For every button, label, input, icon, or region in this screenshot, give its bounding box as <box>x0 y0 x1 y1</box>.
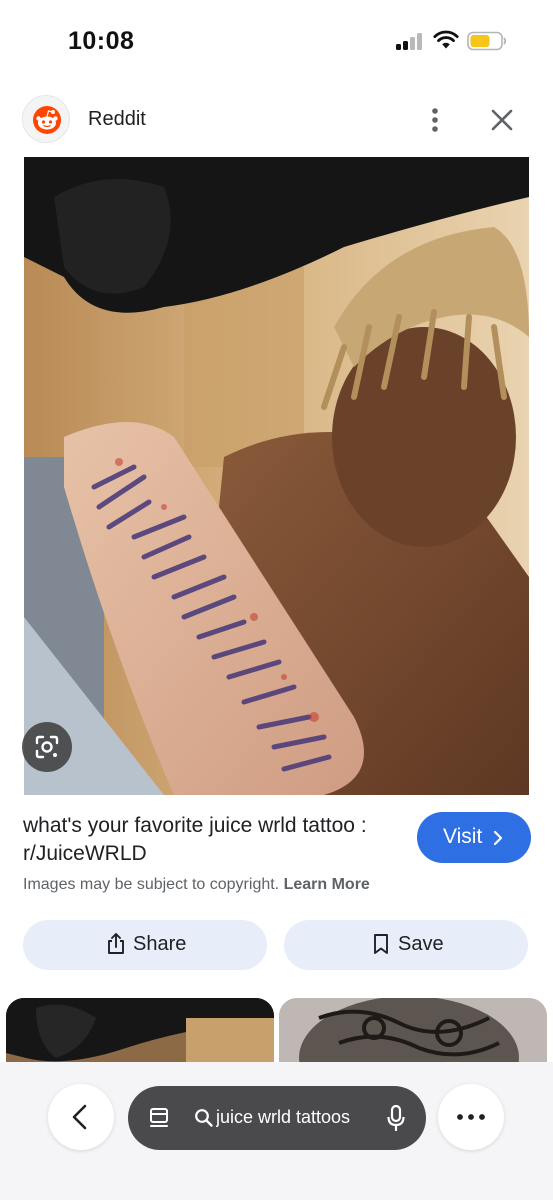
thumbnail-photo <box>279 998 547 1068</box>
cellular-signal-icon <box>396 33 424 50</box>
back-button[interactable] <box>48 1084 114 1150</box>
chevron-left-icon <box>72 1104 87 1130</box>
thumbnail-photo <box>6 998 274 1068</box>
search-query[interactable]: juice wrld tattoos <box>216 1107 366 1128</box>
related-image-thumbnail[interactable] <box>6 998 274 1068</box>
result-title[interactable]: what's your favorite juice wrld tattoo :… <box>23 812 403 868</box>
more-horizontal-icon <box>457 1114 485 1120</box>
bookmark-icon <box>374 934 388 954</box>
microphone-icon[interactable] <box>386 1104 406 1132</box>
more-vertical-icon <box>432 108 438 132</box>
visual-search-button[interactable] <box>22 722 72 772</box>
search-icon <box>195 1109 213 1127</box>
copyright-text: Images may be subject to copyright. <box>23 876 280 893</box>
close-button[interactable] <box>484 102 520 138</box>
share-icon <box>108 933 124 954</box>
tattoo-photo <box>24 157 529 795</box>
visit-label: Visit <box>443 825 483 848</box>
chevron-right-icon <box>493 830 503 846</box>
share-label: Share <box>133 933 187 955</box>
reddit-logo-icon <box>22 95 70 143</box>
copyright-notice: Images may be subject to copyright. Lear… <box>23 876 370 894</box>
wifi-icon <box>433 30 459 49</box>
close-icon <box>491 109 513 131</box>
result-image[interactable] <box>24 157 529 795</box>
battery-low-power-icon <box>467 31 507 51</box>
learn-more-link[interactable]: Learn More <box>284 876 370 893</box>
search-bar[interactable]: juice wrld tattoos <box>128 1086 426 1150</box>
status-bar: 10:08 <box>0 0 553 80</box>
status-time: 10:08 <box>68 27 135 55</box>
more-options-button[interactable] <box>420 100 450 140</box>
more-menu-button[interactable] <box>438 1084 504 1150</box>
camera-lens-icon <box>35 735 59 759</box>
site-name[interactable]: Reddit <box>88 108 146 131</box>
share-button[interactable]: Share <box>23 920 267 970</box>
tabs-icon <box>150 1108 168 1127</box>
result-header: Reddit <box>0 94 553 146</box>
visit-button[interactable]: Visit <box>417 812 531 863</box>
save-button[interactable]: Save <box>284 920 528 970</box>
bottom-toolbar: juice wrld tattoos <box>0 1062 553 1200</box>
save-label: Save <box>398 933 444 955</box>
related-image-thumbnail[interactable] <box>279 998 547 1068</box>
